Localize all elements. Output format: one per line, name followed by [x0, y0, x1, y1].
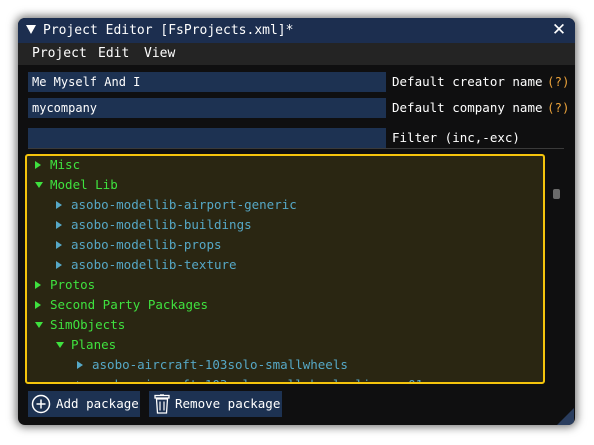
plus-circle-icon: [31, 394, 51, 414]
window-title: Project Editor [FsProjects.xml]*: [43, 23, 294, 38]
section-divider: [28, 148, 564, 149]
creator-name-input[interactable]: [28, 72, 386, 92]
menu-view[interactable]: View: [144, 46, 175, 62]
expand-arrow-icon[interactable]: [56, 221, 62, 229]
tree-node-label: Misc: [50, 157, 81, 172]
company-name-label: Default company name: [392, 100, 543, 115]
title-bar[interactable]: Project Editor [FsProjects.xml]* ✕: [18, 18, 575, 43]
remove-package-label: Remove package: [175, 396, 281, 411]
expand-arrow-icon[interactable]: [35, 301, 41, 309]
tree-node-label: SimObjects: [50, 317, 126, 332]
tree-node-label: Second Party Packages: [50, 297, 209, 312]
tree-node-label: asobo-modellib-props: [71, 237, 222, 252]
expand-arrow-icon[interactable]: [56, 201, 62, 209]
remove-package-button[interactable]: Remove package: [149, 391, 282, 417]
menu-edit[interactable]: Edit: [98, 46, 129, 62]
tree-node-label: asobo-aircraft-103solo-smallwheels-liver…: [92, 375, 423, 382]
tree-node-label: asobo-modellib-texture: [71, 257, 237, 272]
tree-node-label: asobo-modellib-airport-generic: [71, 197, 297, 212]
collapse-arrow-icon[interactable]: [35, 322, 43, 328]
company-help-marker[interactable]: (?): [547, 98, 570, 118]
scrollbar-thumb[interactable]: [553, 189, 560, 199]
tree-node-label: asobo-aircraft-103solo-smallwheels: [92, 357, 348, 372]
package-tree: Misc Model Lib asobo-modellib-airport-ge…: [25, 154, 545, 384]
menu-project[interactable]: Project: [32, 46, 87, 62]
expand-arrow-icon[interactable]: [77, 361, 83, 369]
filter-label: Filter (inc,-exc): [392, 130, 520, 145]
menu-bar: Project Edit View: [18, 43, 575, 65]
creator-name-label: Default creator name: [392, 74, 543, 89]
collapse-arrow-icon[interactable]: [35, 182, 43, 188]
trash-icon: [154, 394, 170, 414]
collapse-arrow-icon[interactable]: [56, 342, 64, 348]
expand-arrow-icon[interactable]: [35, 161, 41, 169]
close-icon[interactable]: ✕: [549, 20, 569, 40]
company-name-input[interactable]: [28, 98, 386, 118]
tree-node-label: Model Lib: [50, 177, 118, 192]
expand-arrow-icon[interactable]: [77, 381, 83, 382]
tree-node-label: Protos: [50, 277, 96, 292]
expand-arrow-icon[interactable]: [56, 241, 62, 249]
expand-arrow-icon[interactable]: [56, 261, 62, 269]
add-package-button[interactable]: Add package: [28, 391, 140, 417]
tree-node-label: asobo-modellib-buildings: [71, 217, 252, 232]
expand-arrow-icon[interactable]: [35, 281, 41, 289]
add-package-label: Add package: [56, 396, 139, 411]
creator-help-marker[interactable]: (?): [547, 72, 570, 92]
collapse-triangle-icon[interactable]: [26, 25, 36, 34]
project-editor-window: Project Editor [FsProjects.xml]* ✕ Proje…: [18, 18, 575, 425]
tree-node-label: Planes: [71, 337, 117, 352]
resize-grip[interactable]: [557, 408, 574, 425]
filter-input[interactable]: [28, 128, 386, 148]
